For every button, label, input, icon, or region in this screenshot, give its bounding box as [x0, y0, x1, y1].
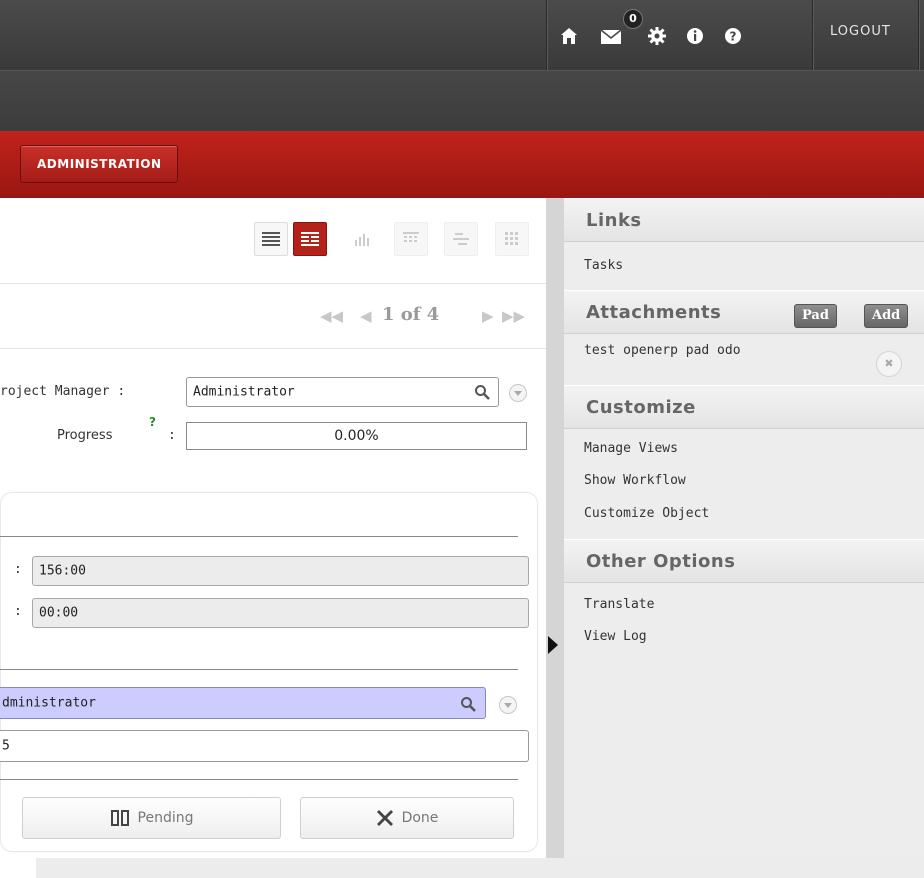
hours-colon: : — [14, 604, 22, 619]
progress-bar: 0.00% — [186, 422, 527, 450]
mail-count-badge: 0 — [623, 9, 643, 29]
topbar-divider — [918, 0, 919, 70]
grid-view-icon[interactable] — [495, 222, 529, 256]
sidebar-item-show-workflow[interactable]: Show Workflow — [584, 473, 686, 488]
footer-strip — [36, 858, 924, 878]
search-icon[interactable] — [460, 696, 476, 712]
sequence-field[interactable]: 5 — [0, 730, 529, 762]
sequence-value: 5 — [2, 738, 10, 754]
progress-colon: : — [168, 428, 176, 443]
close-icon — [376, 810, 393, 826]
gear-icon[interactable] — [646, 25, 668, 47]
planned-hours-value: 156:00 — [39, 563, 86, 579]
logout-link[interactable]: LOGOUT — [830, 24, 891, 39]
mail-icon[interactable] — [600, 25, 622, 47]
collapse-sidebar-icon[interactable] — [548, 636, 558, 654]
search-icon[interactable] — [474, 384, 490, 400]
pad-button[interactable]: Pad — [794, 304, 837, 328]
sidebar-toggle-gutter[interactable] — [546, 198, 564, 858]
sidebar-item-customize-object[interactable]: Customize Object — [584, 506, 709, 521]
project-manager-label: roject Manager : — [0, 384, 126, 399]
home-icon[interactable] — [558, 25, 580, 47]
form-view-icon[interactable] — [293, 222, 327, 256]
menu-bar: ADMINISTRATION — [0, 131, 924, 198]
info-icon[interactable] — [684, 25, 706, 47]
planned-hours-field[interactable]: 156:00 — [32, 556, 529, 586]
customize-header: Customize — [564, 385, 924, 429]
spent-hours-field[interactable]: 00:00 — [32, 598, 529, 628]
other-options-header: Other Options — [564, 539, 924, 583]
divider — [0, 283, 546, 284]
top-bar: 0 ? LOGOUT — [0, 0, 924, 70]
graph-view-icon[interactable] — [346, 222, 380, 256]
secondary-bar — [0, 70, 924, 131]
separator — [0, 536, 518, 537]
attachment-item[interactable]: test openerp pad odo — [584, 343, 741, 358]
topbar-divider — [812, 0, 813, 70]
pending-button[interactable]: Pending — [22, 797, 281, 839]
previous-page-icon[interactable]: ◀ — [360, 307, 372, 325]
chevron-down-icon[interactable] — [509, 384, 527, 402]
progress-label: Progress — [57, 428, 113, 443]
calendar-view-icon[interactable] — [394, 222, 428, 256]
responsible-user-value: dministrator — [2, 695, 96, 711]
remove-attachment-icon[interactable]: ✖ — [876, 351, 902, 377]
pause-icon — [110, 810, 129, 826]
sidebar-item-manage-views[interactable]: Manage Views — [584, 441, 678, 456]
topbar-divider — [546, 0, 547, 70]
chevron-down-icon[interactable] — [499, 696, 517, 714]
gantt-view-icon[interactable] — [444, 222, 478, 256]
hours-colon: : — [14, 562, 22, 577]
add-attachment-button[interactable]: Add — [864, 304, 909, 328]
done-label: Done — [401, 810, 439, 826]
responsible-user-field[interactable]: dministrator — [0, 687, 486, 719]
pager-text: 1 of 4 — [382, 304, 440, 325]
sidebar-item-tasks[interactable]: Tasks — [584, 258, 623, 273]
help-question-icon[interactable]: ? — [149, 415, 156, 429]
done-button[interactable]: Done — [300, 797, 514, 839]
separator — [0, 669, 518, 670]
pager: ◀◀ ◀ 1 of 4 ▶ ▶▶ — [320, 303, 530, 327]
spent-hours-value: 00:00 — [39, 605, 79, 621]
separator — [0, 779, 518, 780]
svg-text:?: ? — [730, 30, 737, 44]
attachments-title: Attachments — [586, 302, 722, 323]
customize-title: Customize — [586, 397, 696, 418]
links-title: Links — [586, 210, 642, 231]
menu-administration[interactable]: ADMINISTRATION — [20, 145, 179, 183]
sidebar: Links Tasks Attachments test openerp pad… — [564, 198, 924, 858]
other-options-title: Other Options — [586, 551, 736, 572]
project-manager-value: Administrator — [193, 384, 295, 400]
first-page-icon[interactable]: ◀◀ — [320, 307, 343, 325]
last-page-icon[interactable]: ▶▶ — [502, 307, 525, 325]
help-icon[interactable]: ? — [722, 25, 744, 47]
list-view-icon[interactable] — [254, 222, 288, 256]
project-manager-field[interactable]: Administrator — [186, 377, 499, 407]
divider — [0, 348, 546, 349]
links-header: Links — [564, 198, 924, 242]
sidebar-item-view-log[interactable]: View Log — [584, 629, 647, 644]
next-page-icon[interactable]: ▶ — [482, 307, 494, 325]
sidebar-item-translate[interactable]: Translate — [584, 597, 654, 612]
pending-label: Pending — [137, 810, 194, 826]
